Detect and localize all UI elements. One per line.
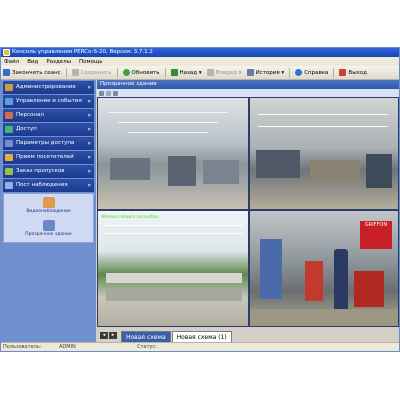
- camera-view-3[interactable]: Wireless network connection: [97, 210, 249, 327]
- menu-sections[interactable]: Разделы: [46, 59, 71, 65]
- chevron-down-icon: ▾: [279, 69, 285, 76]
- help-icon: [295, 69, 303, 76]
- sidebar-item-personnel[interactable]: Персонал »: [3, 109, 94, 122]
- chevron-right-icon: »: [87, 168, 91, 175]
- toolbar-separator: [333, 67, 335, 78]
- save-button[interactable]: Сохранить: [71, 69, 112, 76]
- tab-prev-icon[interactable]: ◂: [100, 332, 108, 339]
- chevron-right-icon: »: [87, 140, 91, 147]
- status-user-value: ADMIN: [59, 344, 76, 350]
- toolbar: Закончить сеанс Сохранить Обновить Назад…: [1, 66, 399, 80]
- sidebar-item-visitors[interactable]: Прием посетителей »: [3, 151, 94, 164]
- chevron-up-icon: «: [87, 182, 91, 189]
- finish-session-icon: [3, 69, 10, 76]
- camera-overlay-label: Wireless network connection: [101, 214, 159, 219]
- sidebar-item-events[interactable]: Управление и события »: [3, 95, 94, 108]
- events-icon: [5, 98, 13, 105]
- main-panel: Прозрачное здание Wireless network conne…: [97, 80, 399, 342]
- admin-icon: [5, 84, 13, 91]
- sidebar-item-administration[interactable]: Администрирование »: [3, 81, 94, 94]
- back-arrow-icon: [170, 69, 178, 76]
- chevron-right-icon: »: [87, 98, 91, 105]
- scheme-tabs: ◂ ▸ Новая схема Новая схема (1): [97, 327, 399, 342]
- status-label: Статус:: [137, 344, 157, 350]
- transparent-building-icon: [42, 220, 55, 231]
- panel-title: Прозрачное здание: [97, 80, 399, 89]
- tab-pager: ◂ ▸: [100, 332, 118, 339]
- exit-icon: [339, 69, 347, 76]
- personnel-icon: [5, 112, 13, 119]
- toolbar-separator: [116, 67, 118, 78]
- menu-help[interactable]: Помощь: [79, 59, 102, 65]
- chevron-right-icon: »: [87, 126, 91, 133]
- sidebar-subitem-video-surveillance[interactable]: Видеонаблюдение: [4, 197, 93, 214]
- pass-order-icon: [5, 168, 13, 175]
- view-icon[interactable]: [99, 90, 104, 96]
- status-bar: Пользователь: ADMIN Статус:: [1, 342, 399, 351]
- chevron-down-icon: ▾: [197, 69, 202, 76]
- app-window: Консоль управления PERCo-S-20, Версия: 3…: [0, 47, 400, 352]
- sidebar-item-pass-order[interactable]: Заказ пропусков »: [3, 165, 94, 178]
- video-surveillance-icon: [42, 197, 55, 208]
- dropdown-icon[interactable]: [106, 90, 111, 96]
- access-params-icon: [5, 140, 13, 147]
- save-icon: [71, 69, 79, 76]
- forward-arrow-icon: [206, 69, 214, 76]
- refresh-button[interactable]: Обновить: [122, 69, 160, 76]
- panel-toolbar: [97, 89, 399, 97]
- camera-view-1[interactable]: [97, 97, 249, 210]
- camera-view-2[interactable]: [249, 97, 399, 210]
- toolbar-separator: [65, 67, 67, 78]
- toolbar-separator: [289, 67, 291, 78]
- menu-file[interactable]: Файл: [4, 59, 19, 65]
- chevron-right-icon: »: [87, 84, 91, 91]
- camera-view-4[interactable]: GRIFFON: [249, 210, 399, 327]
- history-button[interactable]: История ▾: [246, 69, 285, 76]
- back-button[interactable]: Назад ▾: [170, 69, 202, 76]
- sidebar: Администрирование » Управление и события…: [1, 80, 96, 342]
- sidebar-subitem-transparent-building[interactable]: Прозрачное здание: [4, 220, 93, 237]
- chevron-right-icon: »: [87, 154, 91, 161]
- tab-new-scheme-1[interactable]: Новая схема (1): [171, 331, 232, 342]
- refresh-icon: [122, 69, 130, 76]
- tab-next-icon[interactable]: ▸: [109, 332, 117, 339]
- sidebar-item-access[interactable]: Доступ »: [3, 123, 94, 136]
- finish-session-button[interactable]: Закончить сеанс: [3, 69, 61, 76]
- exit-button[interactable]: Выход: [339, 69, 367, 76]
- camera-grid: Wireless network connection GRIFFON: [97, 97, 399, 327]
- sidebar-item-access-params[interactable]: Параметры доступа »: [3, 137, 94, 150]
- monitoring-post-icon: [5, 182, 13, 189]
- title-bar: Консоль управления PERCo-S-20, Версия: 3…: [1, 48, 399, 57]
- forward-button[interactable]: Вперед ▾: [206, 69, 242, 76]
- settings-icon[interactable]: [113, 90, 118, 96]
- visitors-icon: [5, 154, 13, 161]
- help-button[interactable]: Справка: [295, 69, 328, 76]
- history-icon: [246, 69, 254, 76]
- menu-view[interactable]: Вид: [27, 59, 38, 65]
- app-icon: [3, 49, 10, 56]
- sidebar-item-monitoring-post[interactable]: Пост наблюдения «: [3, 179, 94, 192]
- chevron-right-icon: »: [87, 112, 91, 119]
- status-user-label: Пользователь:: [3, 344, 42, 350]
- wall-banner: GRIFFON: [360, 221, 392, 249]
- toolbar-separator: [164, 67, 166, 78]
- chevron-down-icon: ▾: [237, 69, 242, 76]
- menu-bar: Файл Вид Разделы Помощь: [1, 57, 399, 66]
- sidebar-subpanel: Видеонаблюдение Прозрачное здание: [3, 193, 94, 243]
- access-icon: [5, 126, 13, 133]
- window-title: Консоль управления PERCo-S-20, Версия: 3…: [12, 49, 153, 55]
- tab-new-scheme[interactable]: Новая схема: [121, 331, 171, 342]
